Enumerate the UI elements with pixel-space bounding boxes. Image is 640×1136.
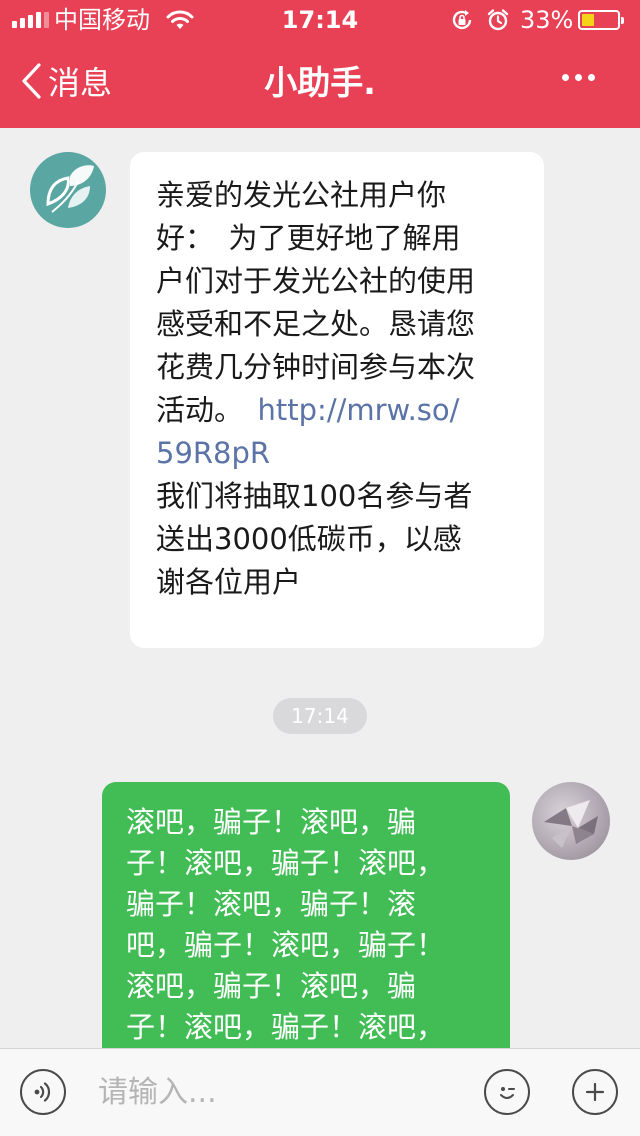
message-line: 子！滚吧，骗子！滚吧，: [126, 1010, 446, 1044]
message-line: 感受和不足之处。恳请您: [156, 307, 476, 341]
battery-icon: [578, 10, 624, 30]
outgoing-message-bubble[interactable]: 滚吧，骗子！滚吧，骗 子！滚吧，骗子！滚吧， 骗子！滚吧，骗子！滚 吧，骗子！滚…: [102, 782, 510, 1082]
message-line: 花费几分钟时间参与本次: [156, 350, 476, 384]
message-line: 亲爱的发光公社用户你: [156, 178, 447, 212]
message-line: 滚吧，骗子！滚吧，骗: [126, 805, 417, 839]
message-line: 好： 为了更好地了解用: [156, 221, 461, 255]
rotation-lock-icon: [450, 8, 474, 36]
message-link[interactable]: http://mrw.so/: [258, 393, 460, 427]
origami-crane-icon: [544, 800, 598, 848]
message-input[interactable]: [84, 1067, 492, 1117]
header: 中国移动 17:14 33% 消息 小助手.: [0, 0, 640, 128]
incoming-message-bubble[interactable]: 亲爱的发光公社用户你 好： 为了更好地了解用 户们对于发光公社的使用 感受和不足…: [130, 152, 544, 648]
message-line: 谢各位用户: [156, 565, 302, 599]
message-line: 骗子！滚吧，骗子！滚: [126, 887, 417, 921]
message-timestamp: 17:14: [273, 698, 367, 734]
emoji-icon[interactable]: [484, 1069, 530, 1115]
more-icon[interactable]: [562, 74, 595, 81]
message-line: 滚吧，骗子！滚吧，骗: [126, 969, 417, 1003]
input-bar: [0, 1048, 640, 1136]
message-line: 我们将抽取100名参与者: [156, 479, 473, 513]
voice-icon[interactable]: [20, 1069, 66, 1115]
message-line: 活动。 http://mrw.so/: [156, 389, 518, 432]
assistant-avatar[interactable]: [30, 152, 106, 228]
message-line: 吧，骗子！滚吧，骗子！: [126, 928, 446, 962]
user-avatar[interactable]: [532, 782, 610, 860]
message-line: 送出3000低碳币，以感: [156, 522, 462, 556]
status-bar: 中国移动 17:14 33%: [0, 0, 640, 40]
message-text: 活动。: [156, 393, 258, 427]
plus-icon[interactable]: [572, 1069, 618, 1115]
message-link-continued[interactable]: 59R8pR: [156, 432, 518, 475]
message-line: 户们对于发光公社的使用: [156, 264, 476, 298]
alarm-icon: [486, 8, 510, 36]
chat-title: 小助手.: [264, 63, 376, 102]
message-line: 子！滚吧，骗子！滚吧，: [126, 846, 446, 880]
battery-percent: 33%: [520, 6, 574, 34]
leaf-logo-icon: [46, 165, 94, 213]
